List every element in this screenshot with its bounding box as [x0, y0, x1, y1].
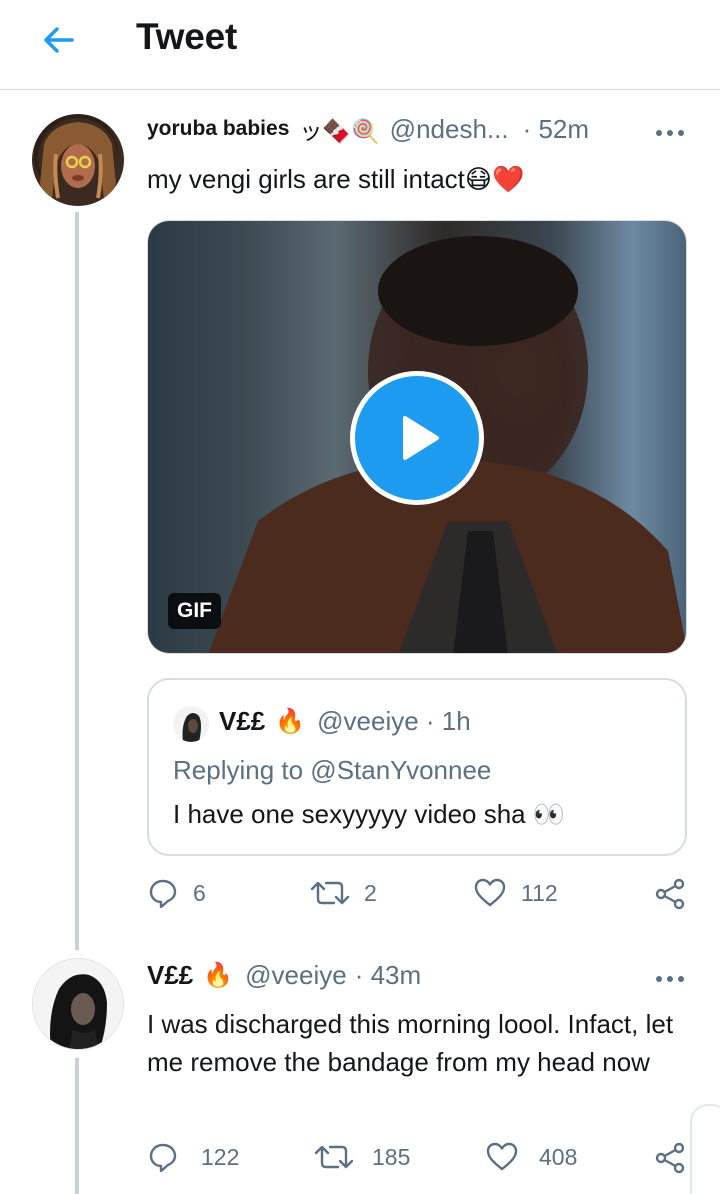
- avatar[interactable]: [32, 114, 124, 206]
- retweet-button[interactable]: 185: [314, 1141, 410, 1173]
- tweet-time[interactable]: · 43m: [355, 960, 421, 991]
- like-button[interactable]: 112: [473, 877, 558, 909]
- quoted-replying-to: Replying to @StanYvonnee: [173, 755, 492, 785]
- quoted-author-row: V££ 🔥 @veeiye · 1h: [219, 706, 471, 737]
- retweet-icon: [314, 1145, 354, 1169]
- more-button[interactable]: [650, 964, 690, 994]
- author-emoji: 🔥: [203, 962, 234, 989]
- author-emoji: ッ🍫🍭: [299, 118, 380, 144]
- reply-count: 6: [193, 879, 206, 906]
- gif-media[interactable]: GIF: [147, 220, 687, 654]
- quoted-author-name: V££: [219, 706, 266, 736]
- top-bar: Tweet: [0, 0, 720, 90]
- author-handle[interactable]: @veeiye: [245, 960, 347, 991]
- tweet-author-row: yoruba babies ッ🍫🍭 @ndesh... · 52m: [147, 112, 589, 146]
- quoted-author-emoji: 🔥: [275, 708, 306, 735]
- quoted-text: I have one sexyyyyy video sha 👀: [173, 799, 566, 829]
- retweet-count: 185: [372, 1143, 411, 1170]
- more-horizontal-icon: [656, 976, 684, 982]
- back-button[interactable]: [36, 22, 80, 58]
- quoted-avatar: [173, 706, 209, 742]
- floating-compose-edge[interactable]: [690, 1104, 720, 1194]
- avatar[interactable]: [32, 958, 124, 1050]
- heart-icon: [486, 1142, 518, 1171]
- play-button[interactable]: [350, 371, 484, 505]
- tweet-time[interactable]: · 52m: [523, 114, 589, 145]
- quoted-author-handle: @veeiye · 1h: [317, 706, 471, 736]
- more-horizontal-icon: [656, 130, 684, 136]
- avatar-image: [38, 118, 118, 200]
- share-button[interactable]: [653, 877, 687, 911]
- more-button[interactable]: [650, 118, 690, 148]
- reply-button[interactable]: 6: [147, 877, 206, 909]
- tweet-text: I was discharged this morning loool. Inf…: [147, 1009, 674, 1077]
- play-icon: [403, 416, 439, 460]
- like-count: 112: [521, 879, 558, 906]
- tweet-actions: 6 2 112: [147, 877, 687, 917]
- reply-icon: [149, 879, 177, 909]
- gif-badge: GIF: [168, 593, 221, 629]
- share-button[interactable]: [653, 1141, 687, 1175]
- tweet-text: my vengi girls are still intact😷❤️: [147, 164, 525, 194]
- thread-line: [75, 212, 79, 950]
- author-name[interactable]: V££: [147, 960, 193, 991]
- reply-icon: [149, 1143, 177, 1173]
- reply-count: 122: [201, 1143, 240, 1170]
- retweet-count: 2: [364, 879, 377, 906]
- share-icon: [655, 878, 685, 910]
- avatar-image: [33, 959, 123, 1049]
- tweet-author-row: V££ 🔥 @veeiye · 43m: [147, 960, 421, 991]
- thread-line: [75, 1058, 79, 1194]
- share-icon: [655, 1142, 685, 1174]
- retweet-icon: [310, 881, 350, 905]
- reply-button[interactable]: 122: [147, 1141, 239, 1173]
- like-button[interactable]: 408: [485, 1141, 577, 1173]
- author-handle[interactable]: @ndesh...: [390, 114, 509, 145]
- quoted-tweet[interactable]: V££ 🔥 @veeiye · 1h Replying to @StanYvon…: [147, 678, 687, 856]
- tweet-actions: 122 185 408: [147, 1141, 687, 1181]
- page-title: Tweet: [136, 16, 238, 57]
- heart-icon: [474, 878, 506, 907]
- like-count: 408: [539, 1143, 578, 1170]
- retweet-button[interactable]: 2: [310, 877, 377, 909]
- arrow-left-icon: [44, 27, 74, 53]
- author-name[interactable]: yoruba babies: [147, 117, 289, 141]
